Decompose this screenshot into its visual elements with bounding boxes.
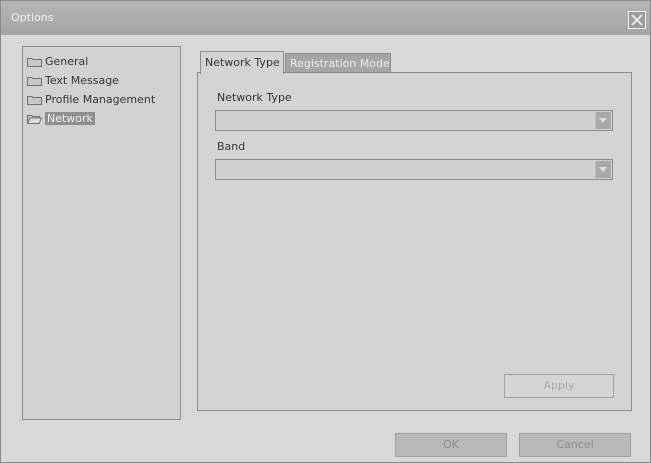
apply-button[interactable]: Apply [504,374,614,398]
tree-item-label: General [45,55,89,68]
band-label: Band [217,140,246,153]
folder-icon [27,77,42,86]
folder-icon [27,58,42,67]
options-dialog: Options General Text Message Profile Man… [0,0,651,463]
chevron-down-icon [599,167,607,172]
tree-item-profile-management[interactable]: Profile Management [27,92,158,108]
network-type-dropdown-button[interactable] [595,112,611,129]
tree-item-label: Text Message [45,74,119,87]
window-title: Options [11,11,54,24]
close-button[interactable] [628,11,646,29]
chevron-down-icon [599,118,607,123]
tree-item-general[interactable]: General [27,54,91,70]
tree-item-text-message[interactable]: Text Message [27,73,122,89]
folder-open-icon [27,115,42,124]
band-dropdown-button[interactable] [595,161,611,178]
close-icon [631,14,643,26]
options-tree: General Text Message Profile Management … [22,46,181,420]
tree-item-label: Network [45,112,95,125]
folder-icon [27,96,42,105]
tab-registration-mode[interactable]: Registration Mode [285,53,391,73]
network-type-select[interactable] [215,110,613,131]
network-type-label: Network Type [217,91,292,104]
band-select[interactable] [215,159,613,180]
cancel-button[interactable]: Cancel [519,433,631,457]
ok-button[interactable]: OK [395,433,507,457]
title-bar: Options [1,1,650,35]
tab-network-type[interactable]: Network Type [200,51,284,74]
tree-item-label: Profile Management [45,93,156,106]
tree-item-network[interactable]: Network [27,111,98,127]
